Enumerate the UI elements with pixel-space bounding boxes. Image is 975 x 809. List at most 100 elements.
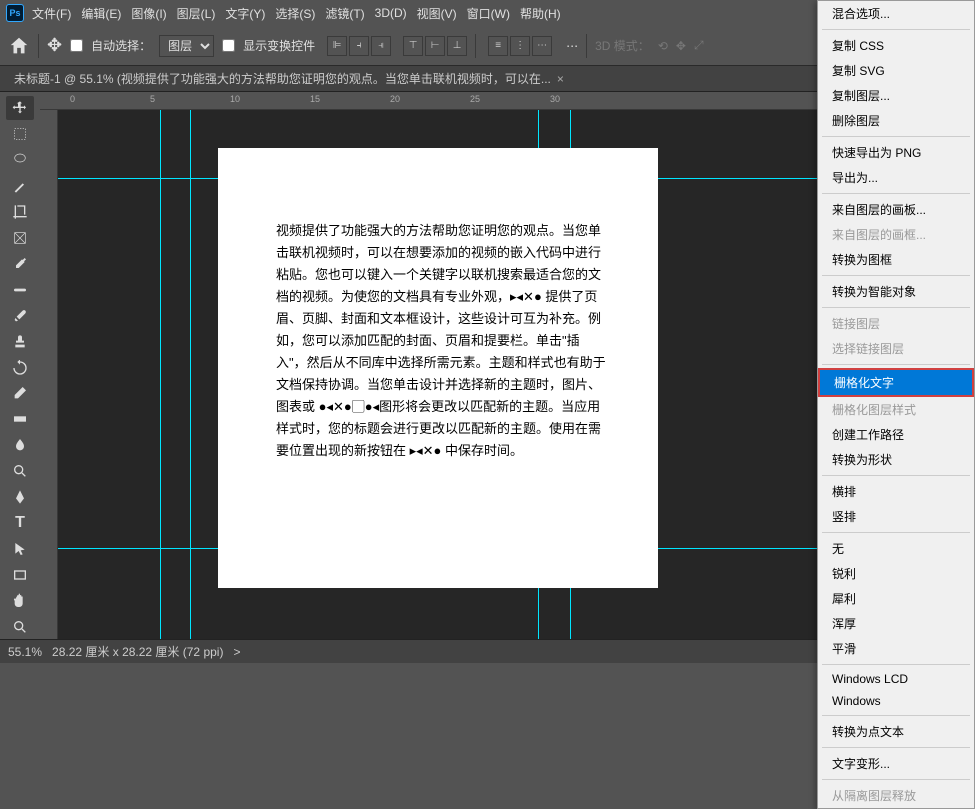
marquee-tool[interactable] <box>6 122 34 146</box>
stamp-tool[interactable] <box>6 330 34 354</box>
menu-3d[interactable]: 3D(D) <box>375 6 407 20</box>
document-area: 0 5 10 15 20 25 30 视频提供了功能强大的方法帮助您证明您的观点… <box>40 92 818 639</box>
lasso-tool[interactable] <box>6 148 34 172</box>
canvas-text: 视频提供了功能强大的方法帮助您证明您的观点。当您单击联机视频时，可以在想要添加的… <box>276 220 608 462</box>
canvas[interactable]: 视频提供了功能强大的方法帮助您证明您的观点。当您单击联机视频时，可以在想要添加的… <box>218 148 658 588</box>
context-menu-item[interactable]: 删除图层 <box>818 108 974 133</box>
blur-tool[interactable] <box>6 433 34 457</box>
align-left-icon[interactable]: ⊫ <box>327 36 347 56</box>
mode3d-pan-icon[interactable]: ✥ <box>676 39 686 53</box>
menu-file[interactable]: 文件(F) <box>32 5 71 22</box>
toolbar: T <box>0 92 40 639</box>
context-menu-item[interactable]: 创建工作路径 <box>818 422 974 447</box>
context-menu-item[interactable]: 无 <box>818 536 974 561</box>
context-menu-item[interactable]: 犀利 <box>818 586 974 611</box>
ruler-horizontal[interactable]: 0 5 10 15 20 25 30 <box>40 92 818 110</box>
dodge-tool[interactable] <box>6 459 34 483</box>
distrib-1-icon[interactable]: ≡ <box>488 36 508 56</box>
guide-vertical[interactable] <box>160 110 161 639</box>
context-menu-item[interactable]: 复制图层... <box>818 83 974 108</box>
menu-help[interactable]: 帮助(H) <box>520 5 561 22</box>
autoselect-checkbox[interactable] <box>70 39 83 52</box>
context-menu-item[interactable]: 复制 CSS <box>818 33 974 58</box>
context-menu-item[interactable]: 复制 SVG <box>818 58 974 83</box>
doc-info[interactable]: 28.22 厘米 x 28.22 厘米 (72 ppi) <box>52 643 223 660</box>
rectangle-tool[interactable] <box>6 563 34 587</box>
context-menu-item[interactable]: 转换为点文本 <box>818 719 974 744</box>
context-menu-item[interactable]: 栅格化文字 <box>818 368 974 397</box>
autoselect-label: 自动选择： <box>91 37 151 54</box>
document-tab-title: 未标题-1 @ 55.1% (视频提供了功能强大的方法帮助您证明您的观点。当您单… <box>14 70 551 87</box>
context-menu-item: 来自图层的画框... <box>818 222 974 247</box>
distrib-3-icon[interactable]: ⋯ <box>532 36 552 56</box>
crop-tool[interactable] <box>6 200 34 224</box>
zoom-level[interactable]: 55.1% <box>8 645 42 659</box>
zoom-tool[interactable] <box>6 615 34 639</box>
context-menu-item[interactable]: 快速导出为 PNG <box>818 140 974 165</box>
mode3d-dolly-icon[interactable]: ⤢ <box>694 38 704 53</box>
mode3d-label: 3D 模式： <box>595 37 650 54</box>
path-select-tool[interactable] <box>6 537 34 561</box>
history-brush-tool[interactable] <box>6 356 34 380</box>
eyedropper-tool[interactable] <box>6 252 34 276</box>
align-vcenter-icon[interactable]: ⊢ <box>425 36 445 56</box>
pen-tool[interactable] <box>6 485 34 509</box>
align-right-icon[interactable]: ⫣ <box>371 36 391 56</box>
context-menu-item[interactable]: 文字变形... <box>818 751 974 776</box>
context-menu-item[interactable]: 锐利 <box>818 561 974 586</box>
show-transform-label: 显示变换控件 <box>243 37 315 54</box>
hand-tool[interactable] <box>6 589 34 613</box>
align-hcenter-icon[interactable]: ⫞ <box>349 36 369 56</box>
mode3d-orbit-icon[interactable]: ⟲ <box>658 39 668 53</box>
canvas-wrap: 视频提供了功能强大的方法帮助您证明您的观点。当您单击联机视频时，可以在想要添加的… <box>58 110 818 639</box>
show-transform-checkbox[interactable] <box>222 39 235 52</box>
distribute-group: ≡ ⋮ ⋯ <box>488 36 552 56</box>
docinfo-arrow-icon[interactable]: > <box>233 645 240 659</box>
move-tool[interactable] <box>6 96 34 120</box>
align-group-2: ⊤ ⊢ ⊥ <box>403 36 467 56</box>
context-menu-item[interactable]: 竖排 <box>818 504 974 529</box>
context-menu-item[interactable]: 转换为图框 <box>818 247 974 272</box>
align-group-1: ⊫ ⫞ ⫣ <box>327 36 391 56</box>
menu-type[interactable]: 文字(Y) <box>225 5 265 22</box>
context-menu-item[interactable]: 转换为智能对象 <box>818 279 974 304</box>
type-tool[interactable]: T <box>6 511 34 535</box>
context-menu-item[interactable]: 浑厚 <box>818 611 974 636</box>
menu-select[interactable]: 选择(S) <box>275 5 315 22</box>
eraser-tool[interactable] <box>6 381 34 405</box>
wand-tool[interactable] <box>6 174 34 198</box>
menu-image[interactable]: 图像(I) <box>131 5 166 22</box>
brush-tool[interactable] <box>6 304 34 328</box>
menu-filter[interactable]: 滤镜(T) <box>325 5 364 22</box>
context-menu-item[interactable]: 来自图层的画板... <box>818 197 974 222</box>
gradient-tool[interactable] <box>6 407 34 431</box>
menu-view[interactable]: 视图(V) <box>417 5 457 22</box>
frame-tool[interactable] <box>6 226 34 250</box>
app-logo: Ps <box>6 4 24 22</box>
align-bottom-icon[interactable]: ⊥ <box>447 36 467 56</box>
move-tool-icon[interactable]: ✥ <box>47 35 62 56</box>
layer-context-menu: 混合选项... 复制 CSS复制 SVG复制图层...删除图层快速导出为 PNG导… <box>817 0 975 809</box>
menu-edit[interactable]: 编辑(E) <box>81 5 121 22</box>
context-menu-item[interactable]: Windows <box>818 690 974 712</box>
healing-tool[interactable] <box>6 278 34 302</box>
context-menu-item[interactable]: 混合选项... <box>818 1 974 26</box>
menu-layer[interactable]: 图层(L) <box>177 5 216 22</box>
menu-window[interactable]: 窗口(W) <box>467 5 510 22</box>
context-menu-item: 从隔离图层释放 <box>818 783 974 808</box>
distrib-2-icon[interactable]: ⋮ <box>510 36 530 56</box>
guide-vertical[interactable] <box>190 110 191 639</box>
context-menu-item[interactable]: 横排 <box>818 479 974 504</box>
context-menu-item[interactable]: 转换为形状 <box>818 447 974 472</box>
context-menu-item[interactable]: Windows LCD <box>818 668 974 690</box>
document-tab[interactable]: 未标题-1 @ 55.1% (视频提供了功能强大的方法帮助您证明您的观点。当您单… <box>4 66 574 91</box>
context-menu-item: 选择链接图层 <box>818 336 974 361</box>
context-menu-item: 栅格化图层样式 <box>818 397 974 422</box>
context-menu-item[interactable]: 导出为... <box>818 165 974 190</box>
ruler-vertical[interactable] <box>40 110 58 639</box>
autoselect-dropdown[interactable]: 图层 <box>159 35 214 57</box>
context-menu-item[interactable]: 平滑 <box>818 636 974 661</box>
close-tab-icon[interactable]: × <box>557 72 564 86</box>
align-top-icon[interactable]: ⊤ <box>403 36 423 56</box>
home-icon[interactable] <box>8 35 30 57</box>
